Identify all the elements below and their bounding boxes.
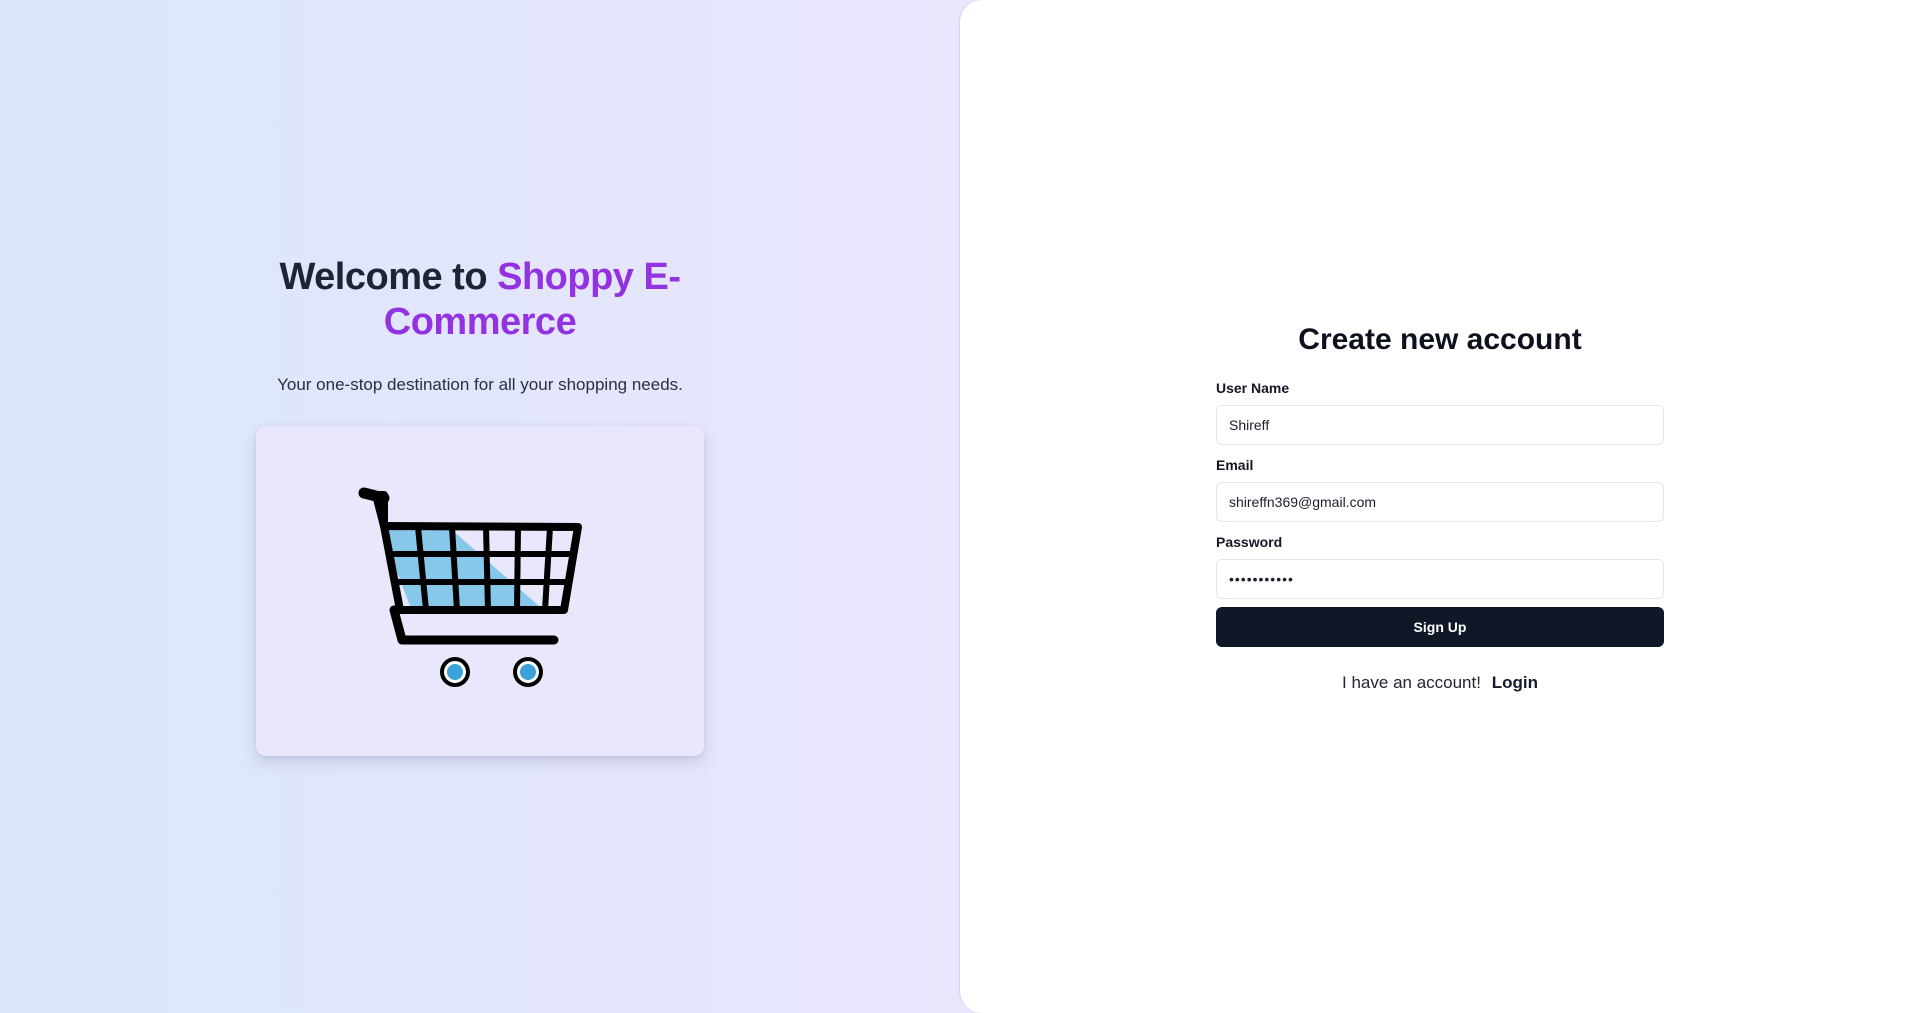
login-link[interactable]: Login xyxy=(1492,673,1538,692)
login-prompt: I have an account! xyxy=(1342,673,1481,692)
welcome-panel: Welcome to Shoppy E-Commerce Your one-st… xyxy=(0,0,960,1013)
signup-form: Create new account User Name Email Passw… xyxy=(1216,318,1664,693)
signup-button[interactable]: Sign Up xyxy=(1216,607,1664,647)
hero-title: Welcome to Shoppy E-Commerce xyxy=(260,255,700,345)
cart-handle xyxy=(358,487,390,504)
password-input[interactable] xyxy=(1216,559,1664,599)
hero-title-prefix: Welcome to xyxy=(279,256,488,298)
login-row: I have an account! Login xyxy=(1216,673,1664,693)
hero: Welcome to Shoppy E-Commerce Your one-st… xyxy=(0,255,960,395)
cart-image-card xyxy=(256,426,704,756)
password-label: Password xyxy=(1216,534,1283,550)
form-title: Create new account xyxy=(1298,323,1582,356)
shopping-cart-icon xyxy=(358,487,582,687)
hero-subtitle: Your one-stop destination for all your s… xyxy=(277,375,683,394)
cart-base xyxy=(389,605,559,645)
username-label: User Name xyxy=(1216,380,1290,396)
email-input[interactable] xyxy=(1216,482,1664,522)
signup-panel: Create new account User Name Email Passw… xyxy=(960,0,1920,1013)
email-label: Email xyxy=(1216,457,1254,473)
username-input[interactable] xyxy=(1216,405,1664,445)
